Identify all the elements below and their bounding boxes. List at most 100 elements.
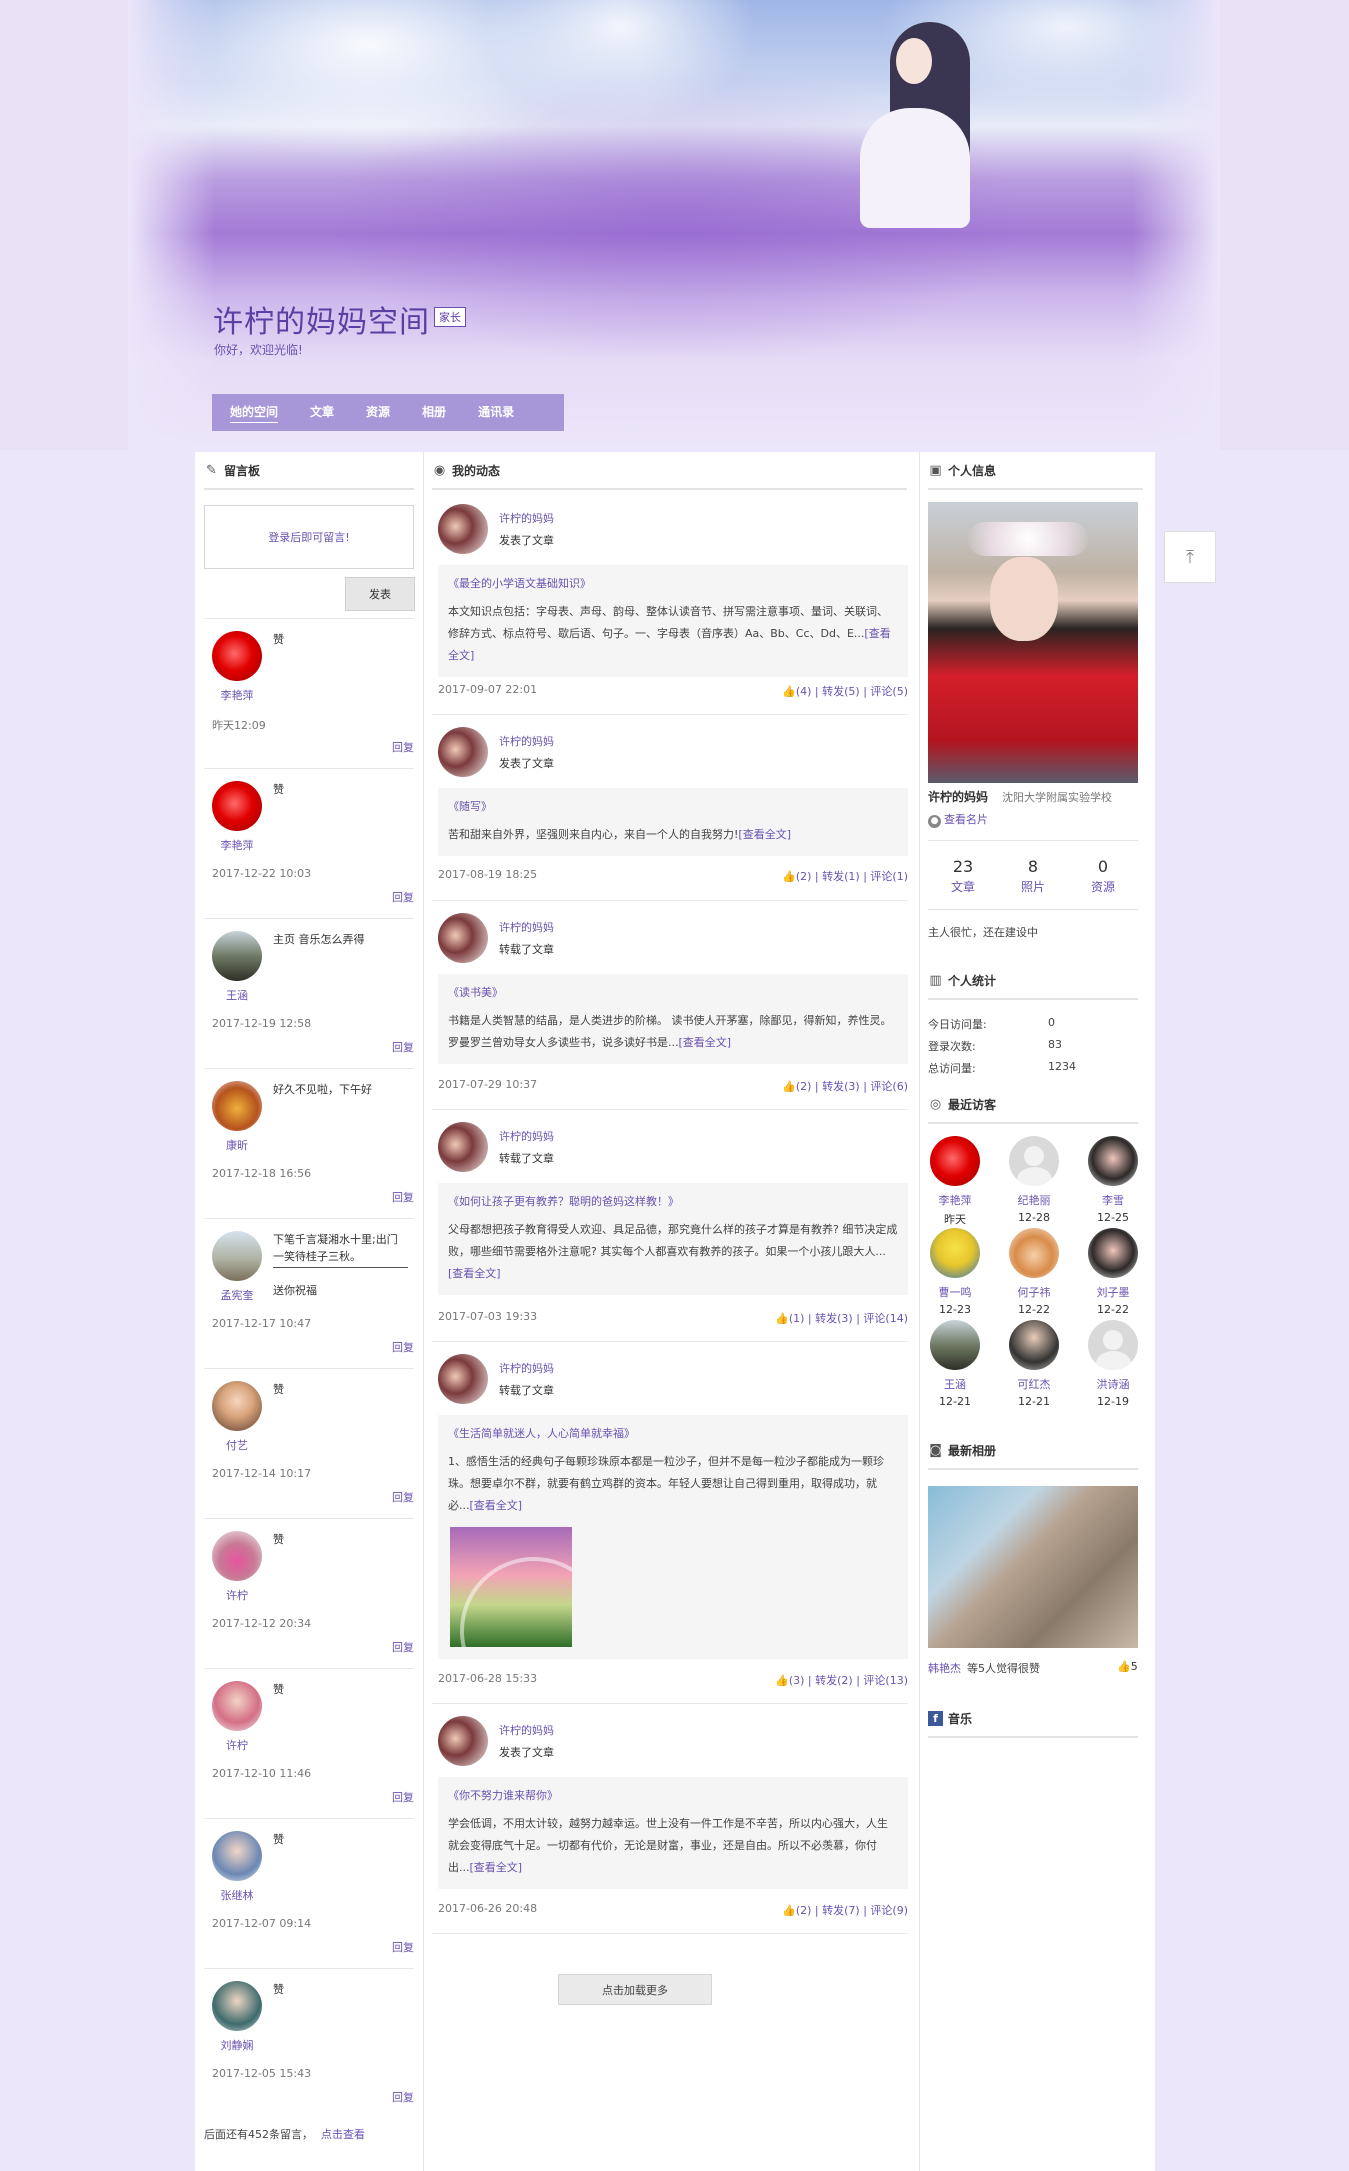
post-title[interactable]: 《最全的小学语文基础知识》 [448, 575, 898, 591]
load-more-button[interactable]: 点击加载更多 [558, 1974, 712, 2005]
like-count[interactable]: (2) [796, 1904, 812, 1917]
like-count[interactable]: (2) [796, 870, 812, 883]
comment-link[interactable]: 评论(6) [870, 1080, 908, 1093]
author-avatar[interactable] [438, 1122, 488, 1172]
view-card-link[interactable]: ● 查看名片 [928, 811, 988, 828]
comment-link[interactable]: 评论(13) [863, 1674, 908, 1687]
reply-link[interactable]: 回复 [392, 1039, 414, 1055]
login-prompt[interactable]: 登录后即可留言! [268, 529, 349, 545]
post-title[interactable]: 《读书美》 [448, 984, 898, 1000]
album-uploader[interactable]: 韩艳杰 [928, 1662, 961, 1675]
like-count[interactable]: (2) [796, 1080, 812, 1093]
comment-link[interactable]: 评论(1) [870, 870, 908, 883]
post-title[interactable]: 《生活简单就迷人，人心简单就幸福》 [448, 1425, 898, 1441]
avatar[interactable] [212, 1981, 262, 2031]
visitor-item[interactable]: 李艳萍 昨天 [928, 1136, 982, 1227]
author-avatar[interactable] [438, 913, 488, 963]
post-author[interactable]: 许柠的妈妈 [499, 1360, 554, 1376]
read-more-link[interactable]: [查看全文] [738, 828, 791, 841]
comment-link[interactable]: 评论(9) [870, 1904, 908, 1917]
like-count[interactable]: (1) [789, 1312, 805, 1325]
thumbs-up-icon[interactable]: 👍 [1117, 1660, 1131, 1673]
reply-link[interactable]: 回复 [392, 739, 414, 755]
share-link[interactable]: 转发(7) [822, 1904, 860, 1917]
share-link[interactable]: 转发(3) [815, 1312, 853, 1325]
post-title[interactable]: 《如何让孩子更有教养？聪明的爸妈这样教！》 [448, 1193, 898, 1209]
back-to-top-button[interactable]: ⤒ [1164, 531, 1216, 583]
album-like[interactable]: 👍5 [1117, 1660, 1138, 1673]
avatar[interactable] [212, 1231, 262, 1281]
reply-link[interactable]: 回复 [392, 1939, 414, 1955]
message-author[interactable]: 李艳萍 [204, 837, 270, 853]
avatar[interactable] [212, 1831, 262, 1881]
nav-contacts[interactable]: 通讯录 [478, 403, 514, 422]
share-link[interactable]: 转发(1) [822, 870, 860, 883]
author-avatar[interactable] [438, 1716, 488, 1766]
avatar[interactable] [212, 781, 262, 831]
visitor-item[interactable]: 可红杰 12-21 [1007, 1320, 1061, 1408]
share-link[interactable]: 转发(5) [822, 685, 860, 698]
message-author[interactable]: 刘静娴 [204, 2037, 270, 2053]
avatar[interactable] [212, 1681, 262, 1731]
visitor-item[interactable]: 纪艳丽 12-28 [1007, 1136, 1061, 1224]
reply-link[interactable]: 回复 [392, 1789, 414, 1805]
message-author[interactable]: 康昕 [204, 1137, 270, 1153]
thumbs-up-icon[interactable]: 👍 [775, 1312, 789, 1325]
album-photo[interactable] [928, 1486, 1138, 1648]
thumbs-up-icon[interactable]: 👍 [782, 1080, 796, 1093]
avatar[interactable] [212, 931, 262, 981]
nav-albums[interactable]: 相册 [422, 403, 446, 422]
post-author[interactable]: 许柠的妈妈 [499, 919, 554, 935]
post-author[interactable]: 许柠的妈妈 [499, 1128, 554, 1144]
avatar[interactable] [212, 1531, 262, 1581]
read-more-link[interactable]: [查看全文] [470, 1861, 523, 1874]
nav-her-space[interactable]: 她的空间 [230, 403, 279, 423]
like-count[interactable]: (4) [796, 685, 812, 698]
post-author[interactable]: 许柠的妈妈 [499, 733, 554, 749]
reply-link[interactable]: 回复 [392, 889, 414, 905]
comment-link[interactable]: 评论(5) [870, 685, 908, 698]
stat-resources[interactable]: 0 资源 [1068, 841, 1138, 909]
stat-photos[interactable]: 8 照片 [998, 841, 1068, 909]
author-avatar[interactable] [438, 504, 488, 554]
thumbs-up-icon[interactable]: 👍 [775, 1674, 789, 1687]
visitor-item[interactable]: 王涵 12-21 [928, 1320, 982, 1408]
message-author[interactable]: 许柠 [204, 1737, 270, 1753]
avatar[interactable] [212, 1381, 262, 1431]
reply-link[interactable]: 回复 [392, 2089, 414, 2105]
post-author[interactable]: 许柠的妈妈 [499, 510, 554, 526]
message-author[interactable]: 付艺 [204, 1437, 270, 1453]
avatar[interactable] [212, 631, 262, 681]
nav-resources[interactable]: 资源 [366, 403, 390, 422]
author-avatar[interactable] [438, 1354, 488, 1404]
profile-photo[interactable] [928, 502, 1138, 783]
share-link[interactable]: 转发(3) [822, 1080, 860, 1093]
read-more-link[interactable]: [查看全文] [448, 1267, 501, 1280]
visitor-item[interactable]: 刘子墨 12-22 [1086, 1228, 1140, 1316]
avatar[interactable] [212, 1081, 262, 1131]
reply-link[interactable]: 回复 [392, 1639, 414, 1655]
reply-link[interactable]: 回复 [392, 1489, 414, 1505]
read-more-link[interactable]: [查看全文] [679, 1036, 732, 1049]
reply-link[interactable]: 回复 [392, 1339, 414, 1355]
read-more-link[interactable]: [查看全文] [470, 1499, 523, 1512]
login-to-comment-box[interactable]: 登录后即可留言! [204, 505, 414, 569]
post-title[interactable]: 《随写》 [448, 798, 898, 814]
author-avatar[interactable] [438, 727, 488, 777]
message-author[interactable]: 王涵 [204, 987, 270, 1003]
visitor-item[interactable]: 李雪 12-25 [1086, 1136, 1140, 1224]
message-author[interactable]: 张继林 [204, 1887, 270, 1903]
visitor-item[interactable]: 曹一鸣 12-23 [928, 1228, 982, 1316]
message-author[interactable]: 许柠 [204, 1587, 270, 1603]
post-comment-button[interactable]: 发表 [345, 577, 415, 611]
post-image[interactable] [450, 1527, 572, 1647]
thumbs-up-icon[interactable]: 👍 [782, 685, 796, 698]
message-author[interactable]: 李艳萍 [204, 687, 270, 703]
thumbs-up-icon[interactable]: 👍 [782, 1904, 796, 1917]
thumbs-up-icon[interactable]: 👍 [782, 870, 796, 883]
stat-articles[interactable]: 23 文章 [928, 841, 998, 909]
visitor-item[interactable]: 洪诗涵 12-19 [1086, 1320, 1140, 1408]
visitor-item[interactable]: 何子祎 12-22 [1007, 1228, 1061, 1316]
like-count[interactable]: (3) [789, 1674, 805, 1687]
comment-link[interactable]: 评论(14) [863, 1312, 908, 1325]
